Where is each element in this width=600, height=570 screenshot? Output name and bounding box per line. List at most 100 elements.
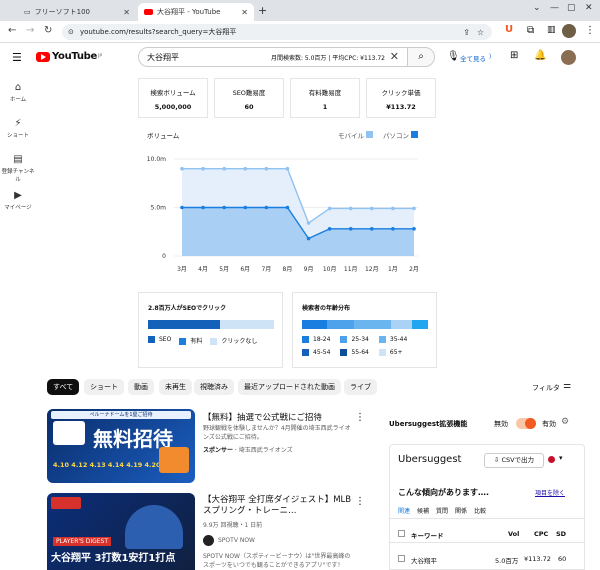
sidebar-item-subscriptions[interactable]: ▤ 登録チャンネル	[0, 154, 36, 183]
tab-active[interactable]: 大谷翔平 - YouTube ✕	[138, 3, 254, 21]
sponsor-line: スポンサー · 埼玉西武ライオンズ	[203, 447, 293, 454]
minimize-icon[interactable]: —	[550, 3, 559, 13]
tab-questions[interactable]: 質問	[436, 506, 448, 515]
notifications-bell-icon[interactable]: 🔔	[534, 50, 546, 61]
sidebar-item-home[interactable]: ⌂ ホーム	[0, 82, 36, 103]
profile-avatar[interactable]	[562, 24, 576, 38]
sponsor-label: スポンサー	[203, 447, 234, 454]
youtube-logo[interactable]: YouTube JP	[36, 51, 102, 62]
video-description: 野球観戦を体験しませんか？4月開催の埼玉西武ライオンズ公式戦にご招待。	[203, 425, 351, 441]
seo-legend: SEO 有料 クリックなし	[148, 336, 257, 345]
select-all-checkbox[interactable]	[398, 530, 405, 537]
y-tick-label: 10.0m	[147, 156, 166, 163]
volume-chart: 10.0m 5.0m 0 3月 4月 5月 6月 7月 8月 9月 10月 11月 12月 1月 2月	[147, 156, 419, 273]
sidepanel-icon[interactable]: ▥	[547, 25, 556, 35]
data-point	[264, 166, 269, 171]
tab-inactive[interactable]: ▭ フリーソフト100 ✕	[18, 3, 136, 21]
video-thumbnail[interactable]: PLAYER'S DIGEST 大谷翔平 3打数1安打1打点	[47, 493, 195, 570]
channel-name[interactable]: SPOTV NOW	[218, 537, 255, 544]
csv-export-button[interactable]: ⇩ CSVで出力	[484, 453, 544, 468]
sidebar-item-library[interactable]: ▶ マイページ	[0, 190, 36, 211]
shorts-icon: ⚡	[14, 118, 22, 129]
stat-seo-difficulty: SEO難易度 60	[214, 78, 284, 118]
legend-mobile-swatch	[366, 131, 373, 138]
row-cpc: ¥113.72	[524, 555, 551, 563]
reload-icon[interactable]: ↻	[44, 25, 52, 36]
data-point	[327, 227, 332, 231]
sidebar-item-shorts[interactable]: ⚡ ショート	[0, 118, 36, 139]
chevron-down-icon[interactable]: ⌄	[533, 3, 541, 13]
filter-icon[interactable]: ⚌	[563, 381, 571, 391]
hamburger-menu-icon[interactable]: ☰	[12, 51, 22, 64]
chip-videos[interactable]: 動画	[128, 379, 154, 395]
ext-title: Ubersuggest拡張機能	[389, 420, 468, 428]
settings-gear-icon[interactable]: ⚙	[561, 417, 569, 427]
chip-all[interactable]: すべて	[47, 379, 80, 395]
search-button[interactable]: ⌕	[407, 47, 435, 67]
search-input[interactable]: 大谷翔平 月間検索数: 5.0百万 | 平均CPC: ¥113.72 ✕	[138, 47, 408, 67]
x-tick-label: 1月	[388, 266, 398, 273]
microphone-icon[interactable]: 🎙	[447, 51, 460, 62]
video-title[interactable]: 【大谷翔平 全打席ダイジェスト】MLBスプリング・トレーニ…	[203, 495, 353, 517]
exclude-items-link[interactable]: 項目を除く	[535, 488, 565, 497]
more-options-icon[interactable]: ⋮	[355, 496, 365, 507]
x-tick-label: 5月	[219, 266, 229, 273]
data-point	[201, 166, 205, 171]
chip-live[interactable]: ライブ	[344, 379, 377, 395]
back-icon[interactable]: ←	[8, 25, 16, 36]
create-video-icon[interactable]: ⊞	[510, 50, 518, 61]
legend-age: 65+	[378, 349, 403, 356]
site-info-icon[interactable]: ⊙	[68, 28, 74, 36]
ubersuggest-ext-icon[interactable]: U	[505, 24, 517, 38]
see-all-link[interactable]: 全て見る	[460, 53, 486, 63]
channel-avatar[interactable]	[203, 535, 214, 546]
share-icon[interactable]: ⇪	[463, 28, 470, 37]
close-icon[interactable]: ✕	[241, 8, 248, 17]
data-point	[348, 206, 353, 211]
age-bar-segment	[353, 320, 392, 329]
chip-unwatched[interactable]: 未再生	[159, 379, 192, 395]
close-window-icon[interactable]: ✕	[585, 3, 593, 13]
data-point	[285, 166, 290, 171]
maximize-icon[interactable]: ▢	[567, 3, 576, 13]
col-keyword: キーワード	[411, 532, 444, 540]
extension-toggle[interactable]	[516, 418, 536, 429]
tab-suggestions[interactable]: 候補	[417, 506, 429, 515]
chevron-right-icon[interactable]: ⟩	[489, 53, 491, 60]
clear-search-icon[interactable]: ✕	[390, 50, 399, 63]
chip-recent[interactable]: 最近アップロードされた動画	[238, 379, 341, 395]
subscriptions-icon: ▤	[13, 154, 23, 165]
account-avatar[interactable]	[561, 50, 576, 65]
bookmark-star-icon[interactable]: ☆	[477, 28, 484, 37]
stat-paid-difficulty: 有料難易度 1	[290, 78, 360, 118]
seo-click-panel: 2.8百万人がSEOでクリック SEO 有料 クリックなし	[138, 292, 283, 368]
stat-value: 60	[244, 103, 254, 111]
tab-prepositions[interactable]: 関係	[455, 506, 467, 515]
row-checkbox[interactable]	[398, 555, 405, 562]
row-sd: 60	[558, 555, 567, 563]
menu-dots-icon[interactable]: ⋮	[585, 25, 595, 36]
data-point	[180, 205, 184, 210]
url-input[interactable]: ⊙ youtube.com/results?search_query=大谷翔平 …	[62, 24, 492, 40]
sidebar-item-label: ショート	[6, 133, 29, 139]
tab-comparisons[interactable]: 比較	[474, 506, 486, 515]
data-point	[412, 206, 416, 211]
browser-tab-bar: ▭ フリーソフト100 ✕ 大谷翔平 - YouTube ✕ + ⌄ — ▢ ✕	[0, 0, 600, 21]
video-thumbnail[interactable]: ペルーナドームを1塁ご招待 無料招待 4.10 4.12 4.13 4.14 4…	[47, 409, 195, 483]
chevron-down-icon[interactable]: ▾	[559, 454, 563, 462]
forward-icon[interactable]: →	[26, 25, 34, 36]
data-point	[306, 236, 311, 241]
x-tick-label: 2月	[409, 266, 419, 273]
row-keyword: 大谷翔平	[411, 557, 437, 565]
home-icon: ⌂	[14, 82, 22, 93]
more-options-icon[interactable]: ⋮	[355, 412, 365, 423]
tab-related[interactable]: 関連	[398, 506, 410, 515]
close-icon[interactable]: ✕	[123, 8, 130, 17]
extensions-icon[interactable]: ⧉	[527, 25, 534, 36]
video-title[interactable]: 【無料】抽選で公式戦にご招待	[203, 411, 353, 423]
filter-button[interactable]: フィルタ	[532, 383, 560, 393]
chip-watched[interactable]: 視聴済み	[194, 379, 234, 395]
new-tab-icon[interactable]: +	[258, 4, 267, 17]
channel-name[interactable]: 埼玉西武ライオンズ	[239, 447, 293, 454]
chip-shorts[interactable]: ショート	[84, 379, 124, 395]
